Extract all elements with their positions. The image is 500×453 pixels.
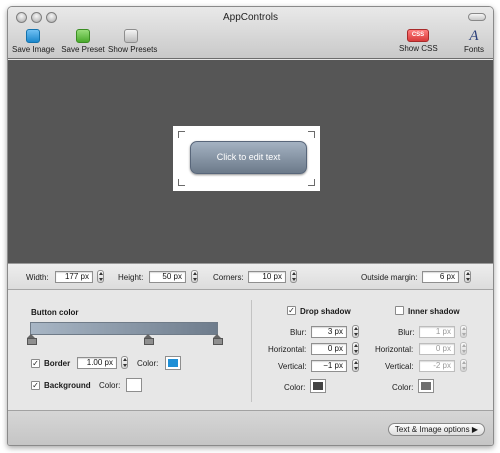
show-presets-button[interactable]: Show Presets [108,29,158,54]
corners-field[interactable]: 10 px [248,271,286,283]
preview-area: Click to edit text [173,126,320,191]
background-color-label: Color: [99,381,121,390]
inner-shadow-color-fill [421,382,431,390]
font-icon: A [469,28,479,44]
drop-shadow-vertical-label: Vertical: [278,362,307,371]
inner-shadow-color-label: Color: [392,383,414,392]
height-label: Height: [118,273,144,282]
save-image-label: Save Image [12,45,55,54]
inner-shadow-vertical-stepper[interactable] [460,359,467,372]
drop-shadow-blur-stepper[interactable] [352,325,359,338]
gradient-stop-handle[interactable] [213,334,223,345]
crop-corner-icon [178,179,185,186]
outside-margin-label: Outside margin: [361,273,418,282]
button-color-label: Button color [31,308,79,317]
save-image-button[interactable]: Save Image [12,29,55,54]
drop-shadow-color-swatch[interactable] [310,379,326,393]
preview-button[interactable]: Click to edit text [190,141,307,174]
crop-corner-icon [308,131,315,138]
drop-shadow-vertical-field[interactable]: −1 px [311,360,347,372]
outside-margin-field[interactable]: 6 px [422,271,459,283]
drop-shadow-color-label: Color: [284,383,306,392]
save-preset-icon [76,29,90,43]
titlebar: AppControls Save Image Save Preset Show … [8,7,493,59]
inner-shadow-blur-label: Blur: [398,328,415,337]
inner-shadow-checkbox[interactable] [395,306,404,315]
drop-shadow-label: Drop shadow [300,307,351,316]
save-image-icon [26,29,40,43]
show-presets-icon [124,29,138,43]
show-css-label: Show CSS [399,44,438,53]
fonts-label: Fonts [463,45,484,54]
inner-shadow-horizontal-label: Horizontal: [375,345,414,354]
corners-label: Corners: [213,273,244,282]
border-checkbox[interactable]: ✓ [31,359,40,368]
settings-panel: Button color ✓ Border 1.00 px Color: ✓ B… [8,290,493,410]
window-title: AppControls [222,12,279,23]
border-color-fill [168,359,178,367]
inner-shadow-vertical-field[interactable]: -2 px [419,360,455,372]
background-label: Background [44,381,91,390]
crop-corner-icon [178,131,185,138]
height-field[interactable]: 50 px [149,271,186,283]
border-label: Border [44,359,71,368]
background-color-fill [129,381,139,389]
preview-canvas: Click to edit text [8,60,493,263]
drop-shadow-checkbox[interactable]: ✓ [287,306,296,315]
crop-corner-icon [308,179,315,186]
inner-shadow-blur-field[interactable]: 1 px [419,326,455,338]
gradient-stop-handle[interactable] [27,334,37,345]
drop-shadow-horizontal-field[interactable]: 0 px [311,343,347,355]
inner-shadow-color-swatch[interactable] [418,379,434,393]
app-window: AppControls Save Image Save Preset Show … [7,6,494,446]
toolbar-toggle-button[interactable] [468,13,486,21]
save-preset-button[interactable]: Save Preset [60,29,106,54]
drop-shadow-vertical-stepper[interactable] [352,359,359,372]
css-icon: CSS [407,29,429,42]
inner-shadow-blur-stepper[interactable] [460,325,467,338]
drop-shadow-color-fill [313,382,323,390]
panel-divider [251,300,252,402]
background-checkbox[interactable]: ✓ [31,381,40,390]
border-width-field[interactable]: 1.00 px [77,357,117,369]
drop-shadow-horizontal-label: Horizontal: [268,345,307,354]
width-stepper[interactable] [97,270,104,283]
drop-shadow-blur-field[interactable]: 3 px [311,326,347,338]
text-image-options-button[interactable]: Text & Image options ▶ [387,423,485,436]
inner-shadow-horizontal-stepper[interactable] [460,342,467,355]
inner-shadow-vertical-label: Vertical: [385,362,414,371]
save-preset-label: Save Preset [61,45,105,54]
button-color-gradient-bar[interactable] [30,322,218,335]
height-stepper[interactable] [191,270,198,283]
fonts-button[interactable]: A Fonts [461,28,487,55]
border-color-label: Color: [137,359,159,368]
border-color-swatch[interactable] [165,356,181,370]
inner-shadow-horizontal-field[interactable]: 0 px [419,343,455,355]
border-width-stepper[interactable] [121,356,128,369]
show-css-button[interactable]: CSS Show CSS [399,29,438,53]
bottom-bar: Text & Image options ▶ [8,410,493,445]
dimensions-bar: Width: 177 px Height: 50 px Corners: 10 … [8,263,493,290]
background-color-swatch[interactable] [126,378,142,392]
gradient-stop-handle[interactable] [144,334,154,345]
show-presets-label: Show Presets [108,45,158,54]
drop-shadow-blur-label: Blur: [290,328,307,337]
corners-stepper[interactable] [290,270,297,283]
inner-shadow-label: Inner shadow [408,307,460,316]
outside-margin-stepper[interactable] [464,270,471,283]
drop-shadow-horizontal-stepper[interactable] [352,342,359,355]
width-field[interactable]: 177 px [55,271,93,283]
width-label: Width: [26,273,49,282]
